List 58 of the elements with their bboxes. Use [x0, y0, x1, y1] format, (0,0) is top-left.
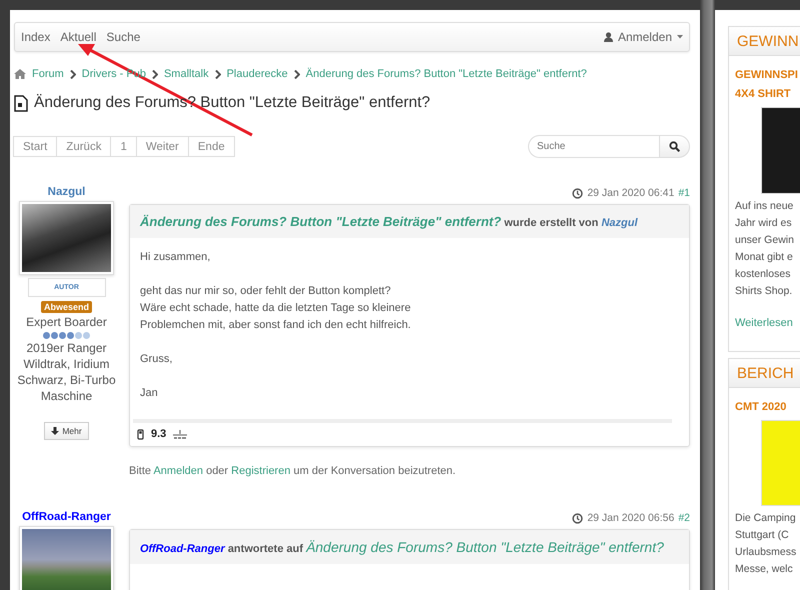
- search-icon: [669, 141, 680, 152]
- clock-icon: [572, 512, 584, 524]
- fraction-icon: [172, 430, 188, 438]
- post-paragraph: Gruss,: [140, 352, 174, 367]
- post-header-text: antwortete auf: [228, 543, 303, 555]
- breadcrumb-link[interactable]: Smalltalk: [164, 68, 209, 80]
- post-paragraph: Hi zusammen,: [140, 250, 212, 265]
- login-prompt-link[interactable]: Anmelden: [153, 465, 204, 477]
- read-more-link[interactable]: Weiterlesen: [735, 317, 793, 329]
- post-title-link[interactable]: Änderung des Forums? Button "Letzte Beiträge" entfernt?: [140, 214, 502, 229]
- breadcrumb-link[interactable]: Plauderecke: [226, 68, 288, 80]
- breadcrumb-link[interactable]: Forum: [32, 68, 64, 80]
- post-header-text: wurde erstellt von: [504, 217, 598, 229]
- arrow-down-icon: [51, 427, 60, 435]
- article-title[interactable]: CMT 2020: [735, 398, 800, 417]
- search-button[interactable]: [659, 135, 690, 158]
- fuel-pump-icon: [137, 428, 145, 440]
- rank-label: Expert Boarder: [26, 315, 107, 329]
- chevron-right-icon: [214, 70, 221, 78]
- pagination-button[interactable]: Weiter: [136, 136, 189, 157]
- author-name[interactable]: Nazgul: [48, 186, 86, 198]
- post-title-link[interactable]: Änderung des Forums? Button "Letzte Beiträge" entfernt?: [306, 539, 664, 555]
- status-badge: Abwesend: [40, 301, 92, 313]
- chevron-right-icon: [294, 70, 300, 78]
- post-paragraph: geht das nur mir so, oder fehlt der Button komplett? Wäre echt schade, hatte da die letzten Tage so kleinere Problemchen mit, aber sonst fand ich den echt hilfreich.: [140, 284, 412, 333]
- author-name[interactable]: OffRoad-Ranger: [22, 511, 111, 523]
- nav-link[interactable]: Suche: [106, 30, 140, 44]
- post-date: 29 Jan 2020 06:56: [587, 512, 674, 524]
- author-link[interactable]: Nazgul: [601, 217, 638, 229]
- nav-link[interactable]: Index: [21, 30, 50, 44]
- user-icon: [604, 32, 613, 42]
- breadcrumb-link[interactable]: Änderung des Forums? Button "Letzte Beiträge" entfernt?: [306, 68, 587, 80]
- pagination-button[interactable]: Ende: [188, 136, 235, 157]
- pagination-button[interactable]: 1: [110, 136, 137, 157]
- signature-text: 2019er Ranger Wildtrak, Iridium Schwarz, Bi-Turbo Maschine: [16, 340, 116, 404]
- home-icon: [14, 69, 26, 79]
- article-excerpt: Auf ins neue Jahr wird es unser Gewin Monat gibt e kostenloses Shirts Shop.: [735, 199, 795, 299]
- pagination-button[interactable]: Zurück: [56, 136, 112, 157]
- clock-icon: [572, 188, 584, 198]
- chevron-right-icon: [70, 70, 76, 78]
- login-prompt: Bitte Anmelden oder Registrieren um der Konversation beizutreten.: [129, 465, 456, 477]
- document-icon: [14, 94, 28, 112]
- login-menu[interactable]: Anmelden: [604, 30, 683, 44]
- pagination-button[interactable]: Start: [13, 136, 58, 157]
- login-prompt-link[interactable]: Registrieren: [231, 465, 290, 477]
- consumption-value: 9.3: [151, 428, 166, 440]
- article-excerpt: Die Camping Stuttgart (C Urlaubsmess Messe, welc: [735, 511, 798, 577]
- article-title[interactable]: GEWINNSPI 4X4 SHIRT: [735, 66, 800, 104]
- post-number-link[interactable]: #2: [678, 512, 690, 524]
- post-number-link[interactable]: #1: [678, 187, 690, 199]
- post-paragraph: Jan: [140, 386, 159, 401]
- chevron-right-icon: [152, 70, 158, 78]
- nav-link[interactable]: Aktuell: [60, 30, 96, 44]
- author-link[interactable]: OffRoad-Ranger: [140, 543, 225, 555]
- more-button[interactable]: Mehr: [44, 422, 89, 440]
- post-date: 29 Jan 2020 06:41: [587, 187, 674, 199]
- search-field[interactable]: Suche: [528, 135, 659, 158]
- caret-icon: [677, 35, 683, 39]
